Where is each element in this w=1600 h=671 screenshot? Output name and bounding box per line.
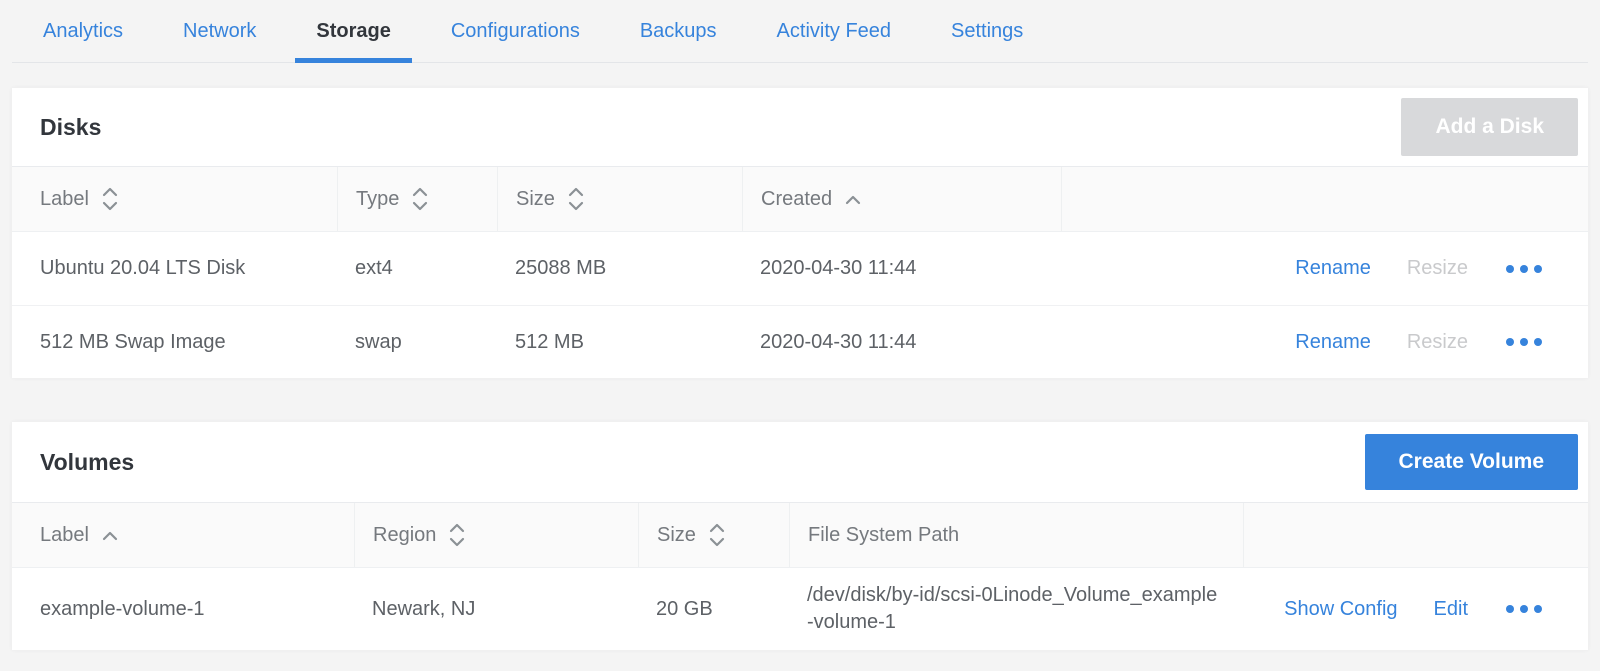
- sort-both-icon: [447, 522, 467, 548]
- volume-region-cell: Newark, NJ: [354, 568, 638, 650]
- table-row: example-volume-1 Newark, NJ 20 GB /dev/d…: [12, 568, 1588, 650]
- column-label: File System Path: [808, 524, 959, 547]
- volumes-title: Volumes: [40, 449, 134, 476]
- tab-activity-feed[interactable]: Activity Feed: [756, 0, 912, 62]
- disk-size-cell: 25088 MB: [497, 232, 742, 305]
- disks-panel-header: Disks Add a Disk: [12, 88, 1588, 166]
- column-label: Region: [373, 524, 436, 547]
- disk-created-cell: 2020-04-30 11:44: [742, 232, 1061, 305]
- resize-link[interactable]: Resize: [1407, 257, 1468, 280]
- column-label: Type: [356, 188, 399, 211]
- tab-backups[interactable]: Backups: [619, 0, 738, 62]
- column-label: Size: [657, 524, 696, 547]
- show-config-link[interactable]: Show Config: [1284, 598, 1397, 621]
- rename-link[interactable]: Rename: [1295, 331, 1371, 354]
- volumes-table-header: Label Region Size File System Path: [12, 502, 1588, 568]
- disks-title: Disks: [40, 114, 101, 141]
- disks-column-header-size[interactable]: Size: [497, 167, 742, 231]
- table-row: 512 MB Swap Image swap 512 MB 2020-04-30…: [12, 305, 1588, 378]
- volumes-panel: Volumes Create Volume Label Region Size …: [12, 422, 1588, 650]
- disk-created-cell: 2020-04-30 11:44: [742, 306, 1061, 378]
- volumes-column-header-region[interactable]: Region: [354, 503, 638, 567]
- create-volume-button[interactable]: Create Volume: [1365, 434, 1579, 490]
- volume-label-cell: example-volume-1: [12, 568, 354, 650]
- disks-column-header-type[interactable]: Type: [337, 167, 497, 231]
- volumes-column-header-label[interactable]: Label: [12, 503, 354, 567]
- column-label: Label: [40, 524, 89, 547]
- disks-column-header-label[interactable]: Label: [12, 167, 337, 231]
- table-row: Ubuntu 20.04 LTS Disk ext4 25088 MB 2020…: [12, 232, 1588, 305]
- rename-link[interactable]: Rename: [1295, 257, 1371, 280]
- disk-label-cell: Ubuntu 20.04 LTS Disk: [12, 232, 337, 305]
- column-label: Created: [761, 188, 832, 211]
- row-menu-ellipsis-icon[interactable]: [1504, 599, 1544, 619]
- volumes-column-header-actions: [1243, 503, 1588, 567]
- volume-row-actions: Show Config Edit: [1243, 568, 1588, 650]
- tab-settings[interactable]: Settings: [930, 0, 1044, 62]
- sort-both-icon: [410, 186, 430, 212]
- sort-asc-icon: [100, 529, 120, 541]
- add-a-disk-button[interactable]: Add a Disk: [1401, 98, 1578, 156]
- disk-size-cell: 512 MB: [497, 306, 742, 378]
- volumes-column-header-path: File System Path: [789, 503, 1243, 567]
- resize-link[interactable]: Resize: [1407, 331, 1468, 354]
- column-label: Label: [40, 188, 89, 211]
- disks-table-header: Label Type Size Created: [12, 166, 1588, 232]
- disk-label-cell: 512 MB Swap Image: [12, 306, 337, 378]
- row-menu-ellipsis-icon[interactable]: [1504, 259, 1544, 279]
- disk-type-cell: swap: [337, 306, 497, 378]
- disk-row-actions: Rename Resize: [1061, 232, 1588, 305]
- disk-row-actions: Rename Resize: [1061, 306, 1588, 378]
- row-menu-ellipsis-icon[interactable]: [1504, 332, 1544, 352]
- tab-analytics[interactable]: Analytics: [22, 0, 144, 62]
- sort-both-icon: [100, 186, 120, 212]
- volume-path-cell: /dev/disk/by-id/scsi-0Linode_Volume_exam…: [789, 582, 1243, 636]
- edit-link[interactable]: Edit: [1434, 598, 1468, 621]
- disks-panel: Disks Add a Disk Label Type Size Created: [12, 88, 1588, 378]
- volumes-panel-header: Volumes Create Volume: [12, 422, 1588, 502]
- tab-storage[interactable]: Storage: [295, 0, 411, 62]
- tab-configurations[interactable]: Configurations: [430, 0, 601, 62]
- volume-size-cell: 20 GB: [638, 568, 789, 650]
- volumes-column-header-size[interactable]: Size: [638, 503, 789, 567]
- disks-column-header-actions: [1061, 167, 1588, 231]
- sort-both-icon: [707, 522, 727, 548]
- sort-asc-icon: [843, 193, 863, 205]
- disk-type-cell: ext4: [337, 232, 497, 305]
- column-label: Size: [516, 188, 555, 211]
- disks-column-header-created[interactable]: Created: [742, 167, 1061, 231]
- tab-network[interactable]: Network: [162, 0, 277, 62]
- linode-detail-tabbar: Analytics Network Storage Configurations…: [12, 0, 1588, 63]
- sort-both-icon: [566, 186, 586, 212]
